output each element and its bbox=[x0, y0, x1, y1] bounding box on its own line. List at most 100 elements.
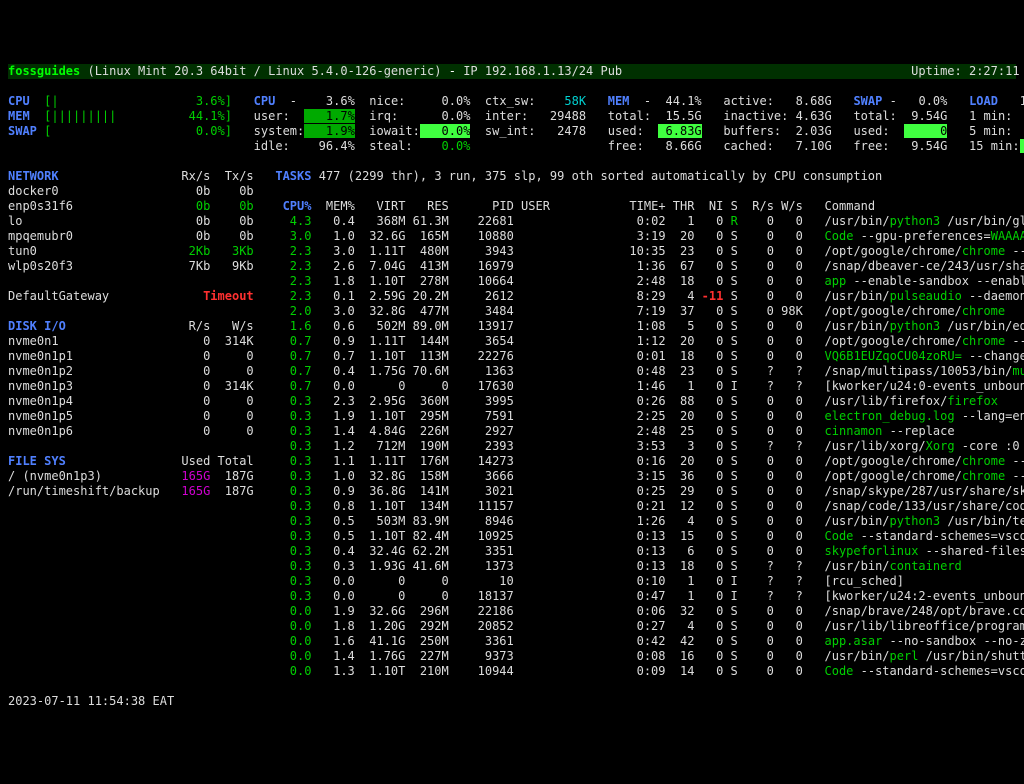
p-time: 1:26 bbox=[600, 514, 665, 528]
p-thr: 20 bbox=[666, 334, 695, 348]
p-time: 3:53 bbox=[600, 439, 665, 453]
p-mem: 1.4 bbox=[311, 424, 354, 438]
p-mem: 0.6 bbox=[311, 319, 354, 333]
sys: 1.9% bbox=[304, 124, 355, 138]
p-ws: 0 bbox=[774, 409, 803, 423]
p-thr: 18 bbox=[666, 559, 695, 573]
w-nvme0n1: 314K bbox=[210, 334, 253, 348]
p-user bbox=[521, 634, 600, 648]
content-row: nvme0n1p6 0 0 0.3 1.4 4.84G 226M 2927 2:… bbox=[8, 424, 1016, 439]
p-mem: 1.9 bbox=[311, 409, 354, 423]
mtot: 15.5G bbox=[658, 109, 701, 123]
p-rs: 0 bbox=[738, 544, 774, 558]
d: - bbox=[644, 94, 658, 108]
p-user bbox=[521, 454, 600, 468]
p-pid: 10880 bbox=[449, 229, 514, 243]
process-cmd: [kworker/u24:2-events_unbound] bbox=[825, 589, 1024, 603]
mnt-total: 187G bbox=[210, 469, 253, 483]
p-res: 89.0M bbox=[405, 319, 448, 333]
tx-lo: 0b bbox=[210, 214, 253, 228]
p-user bbox=[521, 349, 600, 363]
cmd-seg: /usr/bin/eduvpn-gui bbox=[940, 319, 1024, 333]
p-pid: 1363 bbox=[449, 364, 514, 378]
p-user bbox=[521, 409, 600, 423]
iface-enp0s31f6: enp0s31f6 bbox=[8, 199, 167, 213]
p-user bbox=[521, 589, 600, 603]
cpu-bar: [| bbox=[44, 94, 189, 108]
mem-bar: [||||||||| bbox=[44, 109, 181, 123]
p-mem: 0.5 bbox=[311, 529, 354, 543]
p-s: S bbox=[723, 514, 737, 528]
p-pid: 20852 bbox=[449, 619, 514, 633]
sw-l: sw_int: bbox=[485, 124, 536, 138]
p-cpu: 0.3 bbox=[275, 394, 311, 408]
h-cpu: CPU% bbox=[275, 199, 311, 213]
p-time: 0:13 bbox=[600, 544, 665, 558]
p-s: S bbox=[723, 229, 737, 243]
process-cmd: skypeforlinux --shared-files=v8_conte bbox=[825, 544, 1024, 558]
p-cpu: 0.7 bbox=[275, 379, 311, 393]
cach-l: cached: bbox=[723, 139, 788, 153]
process-cmd: /usr/lib/firefox/firefox bbox=[825, 394, 998, 408]
content-row: 2.0 3.0 32.8G 477M 3484 7:19 37 0 S 0 98… bbox=[8, 304, 1016, 319]
p-cpu: 0.3 bbox=[275, 424, 311, 438]
p-thr: 1 bbox=[666, 589, 695, 603]
sused: 0 bbox=[904, 124, 947, 138]
p-s: S bbox=[723, 604, 737, 618]
p-user bbox=[521, 334, 600, 348]
p-time: 8:29 bbox=[601, 289, 666, 303]
content-row: 2.3 1.8 1.10T 278M 10664 2:48 18 0 S 0 0… bbox=[8, 274, 1016, 289]
cmd-seg: --type=gpu- bbox=[1005, 469, 1024, 483]
p-thr: 36 bbox=[666, 469, 695, 483]
p-cpu: 0.0 bbox=[275, 619, 311, 633]
cmd-seg: app bbox=[825, 274, 847, 288]
p-pid: 9373 bbox=[449, 649, 514, 663]
p-ni: 0 bbox=[694, 514, 723, 528]
p-rs: 0 bbox=[738, 349, 774, 363]
p-mem: 3.0 bbox=[311, 304, 354, 318]
p-rs: 0 bbox=[738, 289, 774, 303]
lbl-mem: MEM bbox=[608, 94, 644, 108]
p-time: 0:47 bbox=[600, 589, 665, 603]
w-nvme0n1p4: 0 bbox=[210, 394, 253, 408]
p-time: 1:36 bbox=[601, 259, 666, 273]
p-thr: 1 bbox=[666, 214, 695, 228]
tasks-hdr: TASKS bbox=[275, 169, 311, 183]
p-user bbox=[521, 649, 600, 663]
p-rs: 0 bbox=[738, 514, 774, 528]
p-cpu: 0.3 bbox=[275, 559, 311, 573]
p-time: 0:16 bbox=[601, 454, 666, 468]
p-pid: 3484 bbox=[449, 304, 514, 318]
p-user bbox=[521, 619, 600, 633]
p-rs: 0 bbox=[738, 499, 774, 513]
p-time: 1:08 bbox=[601, 319, 666, 333]
p-user bbox=[521, 514, 600, 528]
steal-l: steal: bbox=[369, 139, 420, 153]
process-cmd: Code --gpu-preferences=WAAAAAAAAAAgAA bbox=[825, 229, 1024, 243]
p-time: 0:10 bbox=[600, 574, 665, 588]
p-s: S bbox=[723, 454, 737, 468]
p-pid: 2927 bbox=[449, 424, 514, 438]
p-rs: 0 bbox=[738, 304, 774, 318]
p-ws: 0 bbox=[774, 424, 803, 438]
sused-l: used: bbox=[853, 124, 904, 138]
p-thr: 15 bbox=[666, 529, 695, 543]
process-cmd: /usr/lib/libreoffice/program/soffice. bbox=[825, 619, 1024, 633]
p-pid: 22276 bbox=[449, 349, 514, 363]
p-pid: 18137 bbox=[449, 589, 514, 603]
gw: Timeout bbox=[167, 289, 254, 303]
cmd-seg: /usr/bin/ bbox=[825, 289, 890, 303]
p-ws: 0 bbox=[774, 604, 803, 618]
cmd-seg: /usr/lib/xorg/ bbox=[825, 439, 926, 453]
p-mem: 2.6 bbox=[311, 259, 354, 273]
p-ni: 0 bbox=[694, 664, 723, 678]
p-thr: 32 bbox=[666, 604, 695, 618]
p-ws: 0 bbox=[774, 529, 803, 543]
p-thr: 18 bbox=[666, 274, 695, 288]
p-mem: 0.4 bbox=[311, 214, 354, 228]
p-ws: 0 bbox=[774, 544, 803, 558]
r-nvme0n1p6: 0 bbox=[167, 424, 210, 438]
cmd-seg: /snap/skype/287/usr/share/skypeforlin bbox=[825, 484, 1024, 498]
dev-nvme0n1p5: nvme0n1p5 bbox=[8, 409, 167, 423]
process-cmd: VQ6B1EUZqoCU04zoRU= --change-stack-gu bbox=[825, 349, 1024, 363]
